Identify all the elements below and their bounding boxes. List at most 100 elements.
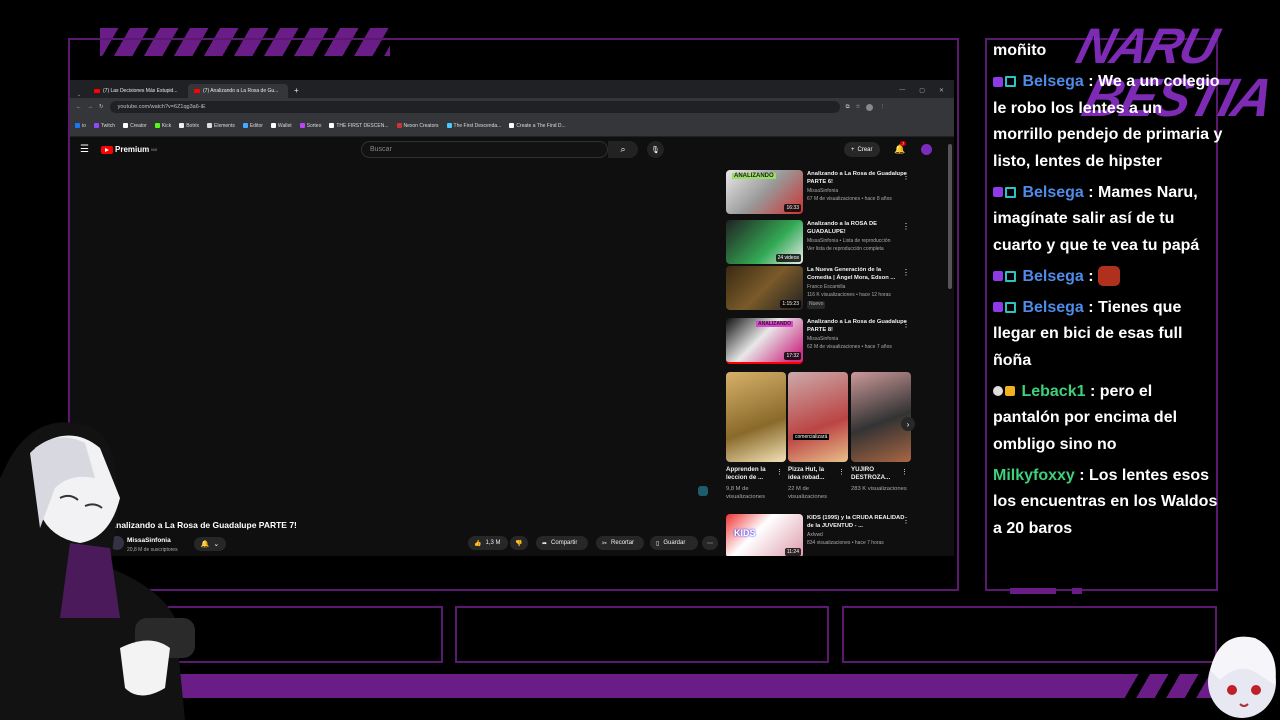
- share-icon: ➦: [542, 540, 548, 547]
- share-button[interactable]: ➦ Compartir: [536, 536, 588, 550]
- chat-username[interactable]: Belsega: [1022, 73, 1083, 90]
- short-views: 9,8 M de visualizaciones: [726, 485, 765, 500]
- rec-item[interactable]: ANALIZANDO 16:33 Analizando a La Rosa de…: [726, 170, 916, 214]
- rec-item[interactable]: ANALIZANDO 17:32 Analizando a La Rosa de…: [726, 318, 916, 364]
- short-menu-icon[interactable]: ⋮: [776, 468, 783, 476]
- hamburger-icon[interactable]: ☰: [80, 144, 89, 155]
- create-button[interactable]: + Crear: [844, 142, 880, 157]
- bookmark-icon: [179, 123, 185, 129]
- sub-badge-icon: [993, 302, 1003, 313]
- new-tab-button[interactable]: +: [288, 86, 305, 98]
- notifications-button[interactable]: 🔔 7: [894, 141, 907, 155]
- bookmark-icon: [123, 123, 129, 129]
- bookmark-icon: [270, 123, 276, 129]
- shorts-next-button[interactable]: ›: [901, 417, 915, 431]
- like-button[interactable]: 👍 1,3 M: [468, 536, 508, 550]
- avatar[interactable]: [921, 144, 932, 155]
- short-menu-icon[interactable]: ⋮: [838, 468, 845, 476]
- tab-2[interactable]: (7) Analizando a La Rosa de Gu...: [188, 84, 288, 98]
- mic-button[interactable]: 🎙: [647, 141, 664, 158]
- scrollbar[interactable]: [948, 144, 952, 289]
- gift-badge-icon: [1005, 186, 1016, 198]
- chat-username[interactable]: Milkyfoxxy: [993, 467, 1075, 484]
- rec-item[interactable]: 24 videos Analizando a la ROSA DE GUADAL…: [726, 220, 916, 264]
- chat-message: Leback1 : pero el pantalón por encima de…: [993, 382, 1178, 453]
- chat-username[interactable]: Leback1: [1021, 383, 1085, 400]
- rec-item[interactable]: 1:15:23 La Nueva Generación de la Comedi…: [726, 266, 916, 310]
- bookmark-label: Twitch: [100, 123, 116, 129]
- bookmark-item[interactable]: Sorteo: [299, 123, 321, 129]
- rec-meta[interactable]: Ver lista de reproducción completa: [807, 246, 917, 254]
- rec-menu-icon[interactable]: ⋮: [902, 320, 910, 329]
- thumb-text: ANALIZANDO: [756, 321, 794, 327]
- chat-message: moñito: [993, 38, 1223, 65]
- bookmark-icon: [396, 123, 402, 129]
- extension-icon[interactable]: ⧉: [846, 104, 850, 111]
- search-button[interactable]: ⌕: [608, 141, 638, 158]
- rec-duration: 24 videos: [775, 254, 801, 262]
- gift-badge-icon: [1005, 301, 1016, 313]
- tab-1[interactable]: (7) Las Decisiones Más Estupid...: [88, 84, 188, 98]
- chevron-right-icon: ›: [906, 419, 910, 429]
- rec-thumbnail: ANALIZANDO 17:32: [726, 318, 803, 364]
- clip-button[interactable]: ✂ Recortar: [596, 536, 644, 550]
- youtube-play-icon: [101, 145, 113, 154]
- rec-item[interactable]: KIDS 11:24 KIDS (1995) y la CRUDA REALID…: [726, 514, 916, 556]
- chat-username[interactable]: Belsega: [1022, 299, 1083, 316]
- minimize-icon[interactable]: —: [899, 87, 905, 94]
- save-button[interactable]: ▯ Guardar: [650, 536, 698, 550]
- new-badge: Nuevo: [807, 301, 826, 309]
- bookmark-item[interactable]: Editor: [242, 123, 263, 129]
- bookmark-label: Kick: [161, 123, 172, 129]
- short-menu-icon[interactable]: ⋮: [901, 468, 908, 476]
- rec-title: KIDS (1995) y la CRUDA REALIDAD de la JU…: [807, 515, 905, 530]
- bookmark-icon: [207, 123, 212, 129]
- mascot-avatar: [1208, 636, 1276, 718]
- back-icon[interactable]: ←: [76, 104, 82, 110]
- maximize-icon[interactable]: ▢: [919, 87, 925, 94]
- close-icon[interactable]: ✕: [939, 87, 944, 94]
- bookmark-item[interactable]: THE FIRST DESCEN...: [329, 123, 389, 129]
- bookmark-label: Create a The Find D...: [516, 123, 566, 129]
- forward-icon[interactable]: →: [88, 104, 94, 110]
- rec-title: Analizando a La Rosa de Guadalupe PARTE …: [807, 319, 907, 334]
- bookmark-icon: [329, 123, 335, 129]
- bookmark-item[interactable]: Wallet: [270, 123, 292, 129]
- bookmark-item[interactable]: Create a The Find D...: [509, 123, 566, 129]
- bookmark-icon: [93, 123, 99, 129]
- bookmark-item[interactable]: Kick: [154, 123, 172, 129]
- chat-username[interactable]: Belsega: [1022, 184, 1083, 201]
- mic-icon: 🎙: [651, 146, 660, 154]
- profile-icon[interactable]: [866, 103, 874, 111]
- country-code: MX: [151, 147, 158, 152]
- bookmark-item[interactable]: Botrix: [179, 123, 199, 129]
- star-icon[interactable]: ☆: [856, 104, 861, 110]
- bookmark-item[interactable]: Creator: [123, 123, 147, 129]
- rec-menu-icon[interactable]: ⋮: [902, 172, 910, 181]
- logo-label: Premium: [115, 145, 150, 154]
- bookmark-item[interactable]: Elements: [207, 123, 235, 129]
- bookmark-item[interactable]: Nexon Creators: [396, 123, 439, 129]
- tab-list-icon[interactable]: ⌄: [70, 92, 88, 98]
- bookmark-label: Elements: [214, 123, 235, 129]
- search-input[interactable]: Buscar: [361, 141, 608, 158]
- search-placeholder: Buscar: [370, 146, 392, 153]
- rec-menu-icon[interactable]: ⋮: [902, 268, 910, 277]
- more-actions-button[interactable]: ⋯: [702, 536, 718, 550]
- rec-menu-icon[interactable]: ⋮: [902, 516, 910, 525]
- rec-meta: Lista de reproducción: [842, 238, 891, 244]
- dislike-button[interactable]: 👎: [510, 536, 528, 550]
- short-item[interactable]: Apprenden la leccion de ... 9,8 M de vis…: [726, 372, 786, 501]
- bookmark-item[interactable]: The First Descenda...: [446, 123, 501, 129]
- rec-duration: 17:32: [784, 352, 801, 360]
- menu-icon[interactable]: ⋮: [879, 104, 885, 110]
- chat-username[interactable]: Belsega: [1022, 268, 1083, 285]
- youtube-logo[interactable]: Premium MX: [101, 145, 157, 154]
- bookmark-item[interactable]: io: [75, 123, 86, 129]
- reload-icon[interactable]: ↻: [99, 104, 104, 110]
- url-field[interactable]: youtube.com/watch?v=6Z1qg3a6-iE: [109, 101, 840, 113]
- bookmark-item[interactable]: Twitch: [93, 123, 116, 129]
- rec-duration: 16:33: [784, 204, 801, 212]
- short-item[interactable]: comercializará Pizza Hut, la idea robad.…: [788, 372, 848, 501]
- rec-menu-icon[interactable]: ⋮: [902, 222, 910, 231]
